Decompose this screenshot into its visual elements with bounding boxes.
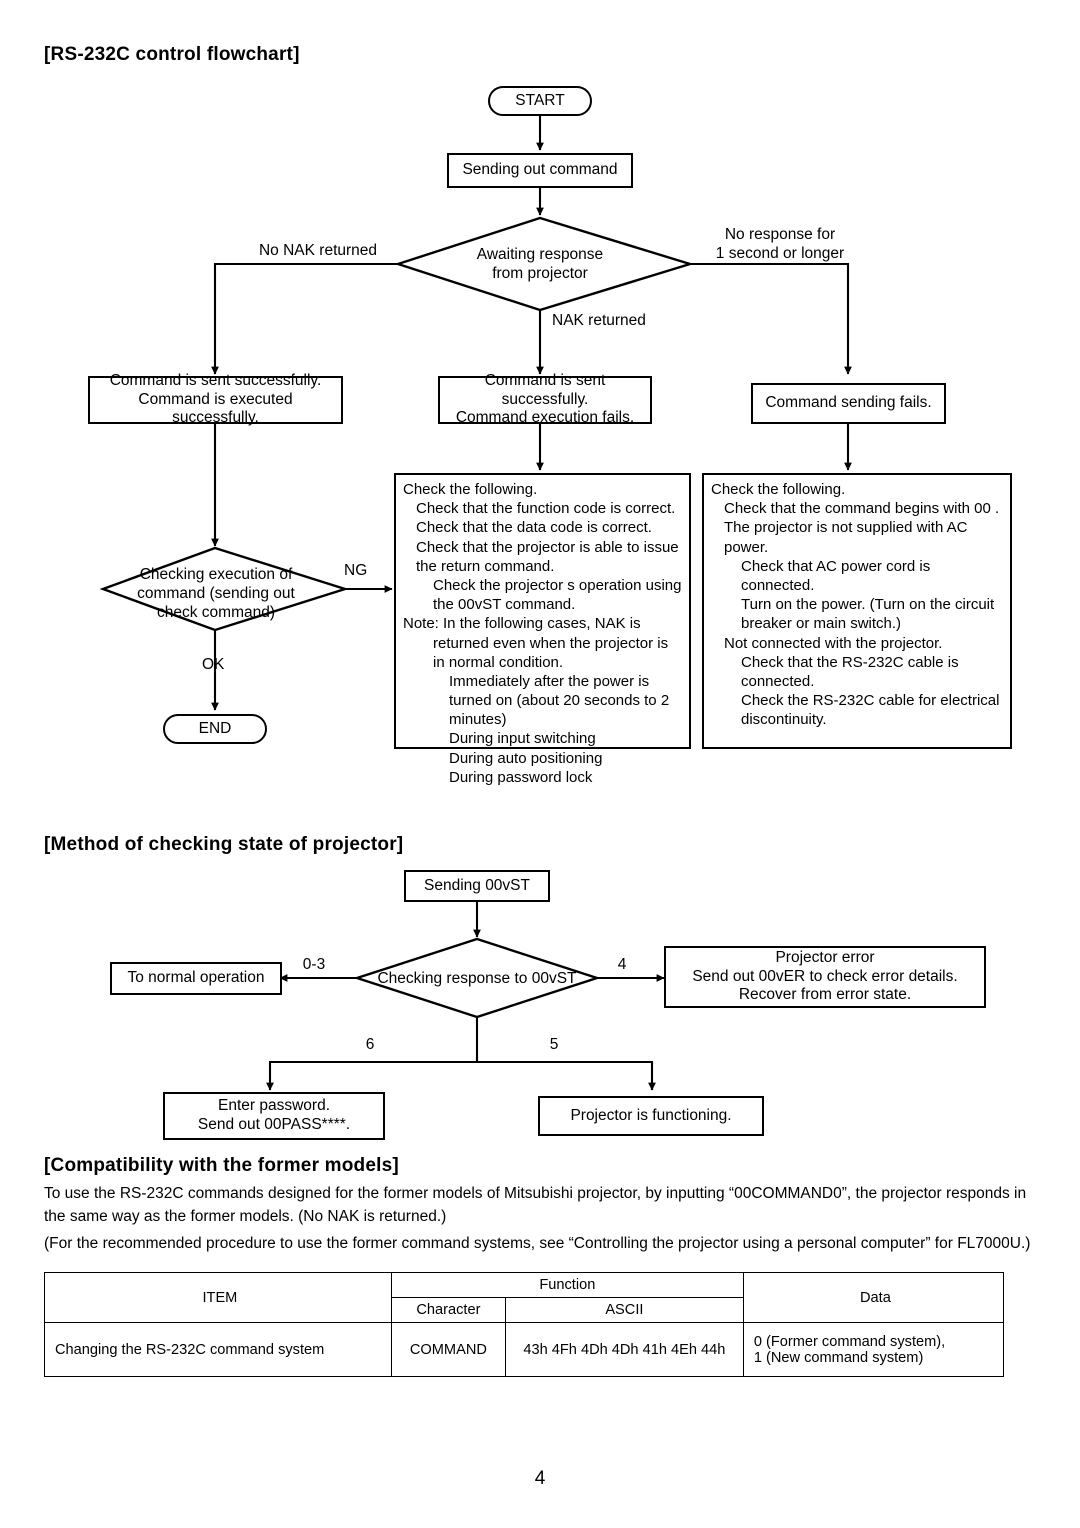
edge-label-ng: NG [344,562,368,579]
detail-fail-title: Check the following. [711,481,846,498]
table-row: Changing the RS-232C command system COMM… [44,1322,1005,1377]
method-node-projector-error[interactable]: Projector error Send out 00vER to check … [664,946,986,1008]
checklist-line: Immediately after the power is turned on… [449,672,670,729]
checklist-line: The projector is not supplied with AC po… [724,519,968,556]
method-node-to-normal-operation[interactable]: To normal operation [110,962,282,995]
checklist-line: returned even when the projector is in n… [433,634,669,671]
checklist-line: Turn on the power. (Turn on the circuit … [741,596,995,633]
compatibility-table: ITEM Function Data Character ASCII Chang… [44,1272,1005,1377]
compatibility-paragraph-1: To use the RS-232C commands designed for… [44,1185,1027,1226]
checklist-line: Check that the command begins with 00 . [724,500,1000,518]
flowchart-node-checking-execution-label: Checking execution of command (sending o… [137,566,295,621]
page-number: 4 [534,1468,546,1489]
method-node-sending-00vst[interactable]: Sending 00vST [404,870,550,902]
flowchart-node-sending-out-command[interactable]: Sending out command [447,153,633,188]
table-header-character: Character [390,1297,506,1323]
method-node-projector-functioning[interactable]: Projector is functioning. [538,1096,764,1136]
flowchart-node-command-sending-fails[interactable]: Command sending fails. [751,383,946,424]
flowchart-node-command-execution-fails[interactable]: Command is sent successfully. Command ex… [438,372,652,426]
edge-label-no-response: No response for 1 second or longer [715,226,845,262]
table-header-data: Data [742,1272,1005,1323]
flowchart-node-command-executed-ok[interactable]: Command is sent successfully. Command is… [88,372,343,426]
compatibility-paragraph-2: (For the recommended procedure to use th… [44,1235,1031,1252]
method-node-checking-response-label: Checking response to 00vST [377,970,577,987]
checklist-line: Check that AC power cord is connected. [741,557,931,594]
checklist-line: During auto positioning [449,749,603,767]
table-header-item: ITEM [44,1272,392,1323]
edge-label-0-3: 0-3 [302,956,326,973]
checklist-line: Check the RS-232C cable for electrical d… [741,692,1000,729]
edge-label-no-nak-returned: No NAK returned [258,242,378,259]
table-cell-character: COMMAND [390,1322,506,1377]
section-heading-flowchart: [RS-232C control flowchart] [44,44,300,65]
edge-label-nak-returned: NAK returned [552,312,646,329]
checklist-line: Check the projector s operation using th… [433,576,682,614]
edge-label-5: 5 [549,1036,559,1053]
section-heading-compatibility: [Compatibility with the former models] [44,1155,399,1176]
flowchart-node-end[interactable]: END [163,714,267,744]
checklist-line: Note: In the following cases, NAK is [403,615,641,633]
detail-nak-lines: Check that the function code is correct.… [403,499,682,787]
checklist-line: Check that the RS-232C cable is connecte… [741,653,959,690]
detail-fail-lines: Check that the command begins with 00 .T… [711,499,1003,729]
detail-nak-title: Check the following. [403,481,538,498]
section-heading-method: [Method of checking state of projector] [44,834,404,855]
flowchart-detail-fail-checklist: Check the following. Check that the comm… [702,473,1012,749]
checklist-line: Check that the projector is able to issu… [416,538,679,575]
checklist-line: Check that the function code is correct. [416,500,676,518]
flowchart-node-awaiting-response-label: Awaiting response from projector [476,246,604,282]
table-cell-item: Changing the RS-232C command system [44,1322,392,1377]
flowchart-node-start[interactable]: START [488,86,592,116]
edge-label-ok: OK [202,656,225,673]
checklist-line: Check that the data code is correct. [416,519,652,537]
flowchart-detail-nak-checklist: Check the following. Check that the func… [394,473,691,786]
table-header-function: Function [390,1272,744,1298]
checklist-line: During input switching [449,730,596,748]
checklist-line: During password lock [449,768,593,786]
table-cell-data: 0 (Former command system), 1 (New comman… [742,1322,1005,1377]
edge-label-6: 6 [365,1036,375,1053]
table-header-ascii: ASCII [504,1297,744,1323]
table-cell-ascii: 43h 4Fh 4Dh 4Dh 41h 4Eh 44h [504,1322,744,1377]
document-page: [RS-232C control flowchart] START Sendin… [0,0,1080,1528]
checklist-line: Not connected with the projector. [724,634,943,652]
edge-label-4: 4 [617,956,627,973]
table-header-row-1: ITEM Function Data [44,1272,1005,1323]
method-node-enter-password[interactable]: Enter password. Send out 00PASS****. [163,1092,385,1140]
